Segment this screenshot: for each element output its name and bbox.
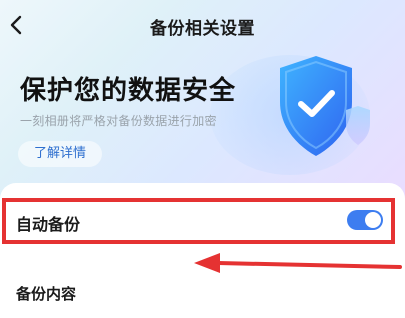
shield-check-icon [272,52,382,172]
learn-more-button[interactable]: 了解详情 [18,141,102,167]
hero-title: 保护您的数据安全 [20,76,237,106]
annotation-arrow-icon [190,250,405,280]
backup-content-label[interactable]: 备份内容 [16,283,76,304]
annotation-highlight-box [2,198,395,244]
nav-bar: 备份相关设置 [0,0,405,50]
hero-subtitle: 一刻相册将严格对备份数据进行加密 [20,114,217,128]
page-title: 备份相关设置 [150,19,255,39]
